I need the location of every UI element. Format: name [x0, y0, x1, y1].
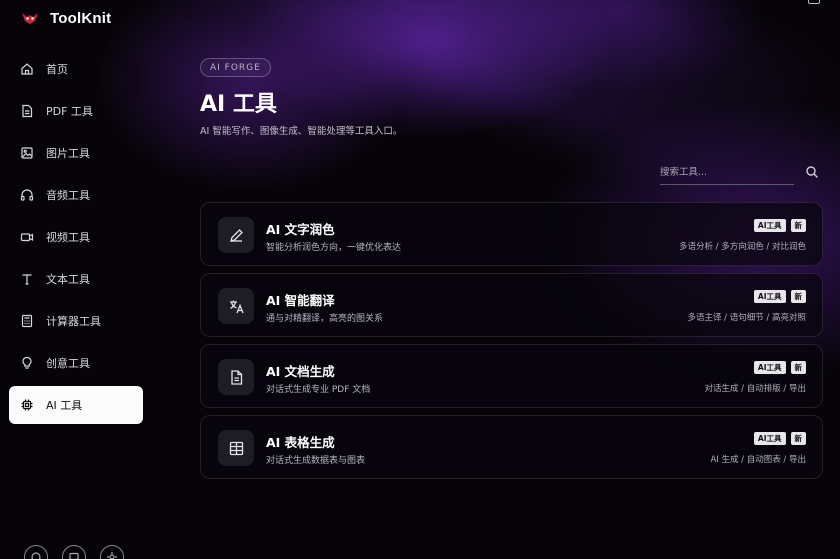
tool-features: 对话生成 / 自动排版 / 导出: [704, 384, 806, 394]
app-name: ToolKnit: [50, 9, 112, 27]
window-button[interactable]: [808, 0, 820, 4]
tool-icon-box: [218, 217, 254, 253]
search-input[interactable]: [660, 162, 780, 178]
sidebar-item-label: 视频工具: [46, 231, 90, 244]
category-badge: AI工具: [753, 361, 786, 374]
tool-icon-box: [218, 288, 254, 324]
sidebar-item-image[interactable]: 图片工具: [9, 134, 143, 172]
category-badge: AI工具: [753, 219, 786, 232]
tool-description: 对话式生成专业 PDF 文档: [266, 385, 371, 395]
chip-icon: [21, 399, 33, 411]
headphones-icon: [20, 189, 34, 201]
sidebar-item-ai[interactable]: AI 工具: [9, 386, 143, 424]
help-icon[interactable]: [24, 545, 48, 559]
sidebar-footer: [24, 545, 124, 559]
sidebar-item-label: 创意工具: [46, 357, 90, 370]
page-title: AI 工具: [200, 92, 277, 117]
chat-icon[interactable]: [62, 545, 86, 559]
sidebar-item-label: PDF 工具: [46, 105, 93, 118]
document-icon: [230, 369, 242, 385]
new-badge: 新: [790, 219, 806, 232]
tool-description: 智能分析润色方向，一键优化表达: [266, 243, 402, 253]
sidebar-item-label: 首页: [46, 63, 68, 76]
text-icon: [22, 274, 32, 285]
sidebar-item-video[interactable]: 视频工具: [9, 218, 143, 256]
pdf-file-icon: [22, 104, 33, 118]
sidebar-item-label: AI 工具: [46, 399, 83, 412]
calculator-icon: [21, 314, 33, 328]
tool-title: AI 智能翻译: [266, 293, 335, 308]
tool-description: 通与对精翻译，高亮的图关系: [266, 314, 384, 324]
sidebar-item-text[interactable]: 文本工具: [9, 260, 143, 298]
tool-icon-box: [218, 430, 254, 466]
page-subtitle: AI 智能写作、图像生成、智能处理等工具入口。: [200, 126, 403, 137]
tool-description: 对话式生成数据表与图表: [266, 456, 366, 466]
tool-title: AI 文字润色: [266, 222, 335, 237]
tool-tags: AI工具 新: [753, 290, 806, 303]
home-icon: [21, 63, 33, 75]
tool-icon-box: [218, 359, 254, 395]
sidebar-item-calculator[interactable]: 计算器工具: [9, 302, 143, 340]
tool-title: AI 文档生成: [266, 364, 335, 379]
tool-title: AI 表格生成: [266, 435, 335, 450]
lightbulb-icon: [22, 356, 32, 369]
app-logo[interactable]: ToolKnit: [20, 8, 111, 28]
section-badge: AI FORGE: [200, 58, 271, 77]
sidebar-item-home[interactable]: 首页: [9, 50, 143, 88]
tool-card-translate[interactable]: AI 智能翻译 通与对精翻译，高亮的图关系 AI工具 新 多语主译 / 语句细节…: [200, 273, 823, 337]
logo-icon: [22, 13, 38, 24]
pen-icon: [229, 228, 243, 242]
new-badge: 新: [790, 432, 806, 445]
new-badge: 新: [790, 361, 806, 374]
sidebar-item-label: 文本工具: [46, 273, 90, 286]
tool-features: 多语主译 / 语句细节 / 高亮对照: [687, 313, 806, 323]
table-icon: [229, 441, 243, 455]
sidebar: 首页 PDF 工具 图片工具 音频工具 视频工具 文本工具 计算器工具 创意工具…: [9, 50, 143, 428]
category-badge: AI工具: [753, 290, 786, 303]
category-badge: AI工具: [753, 432, 786, 445]
sidebar-item-pdf[interactable]: PDF 工具: [9, 92, 143, 130]
tool-features: AI 生成 / 自动图表 / 导出: [710, 455, 806, 465]
tool-card-table[interactable]: AI 表格生成 对话式生成数据表与图表 AI工具 新 AI 生成 / 自动图表 …: [200, 415, 823, 479]
sidebar-item-label: 图片工具: [46, 147, 90, 160]
tool-tags: AI工具 新: [753, 219, 806, 232]
sidebar-item-label: 音频工具: [46, 189, 90, 202]
tool-features: 多语分析 / 多方向润色 / 对比润色: [678, 242, 806, 252]
sidebar-item-label: 计算器工具: [46, 315, 101, 328]
sidebar-item-creative[interactable]: 创意工具: [9, 344, 143, 382]
tool-list: AI 文字润色 智能分析润色方向，一键优化表达 AI工具 新 多语分析 / 多方…: [200, 202, 823, 486]
video-camera-icon: [20, 233, 34, 242]
tool-card-document[interactable]: AI 文档生成 对话式生成专业 PDF 文档 AI工具 新 对话生成 / 自动排…: [200, 344, 823, 408]
search-icon[interactable]: [805, 165, 819, 179]
tool-card-polish[interactable]: AI 文字润色 智能分析润色方向，一键优化表达 AI工具 新 多语分析 / 多方…: [200, 202, 823, 266]
sidebar-item-audio[interactable]: 音频工具: [9, 176, 143, 214]
tool-tags: AI工具 新: [753, 432, 806, 445]
new-badge: 新: [790, 290, 806, 303]
tool-tags: AI工具 新: [753, 361, 806, 374]
translate-icon: [229, 300, 244, 313]
settings-icon[interactable]: [100, 545, 124, 559]
image-icon: [21, 147, 33, 159]
search-box: [660, 160, 794, 185]
